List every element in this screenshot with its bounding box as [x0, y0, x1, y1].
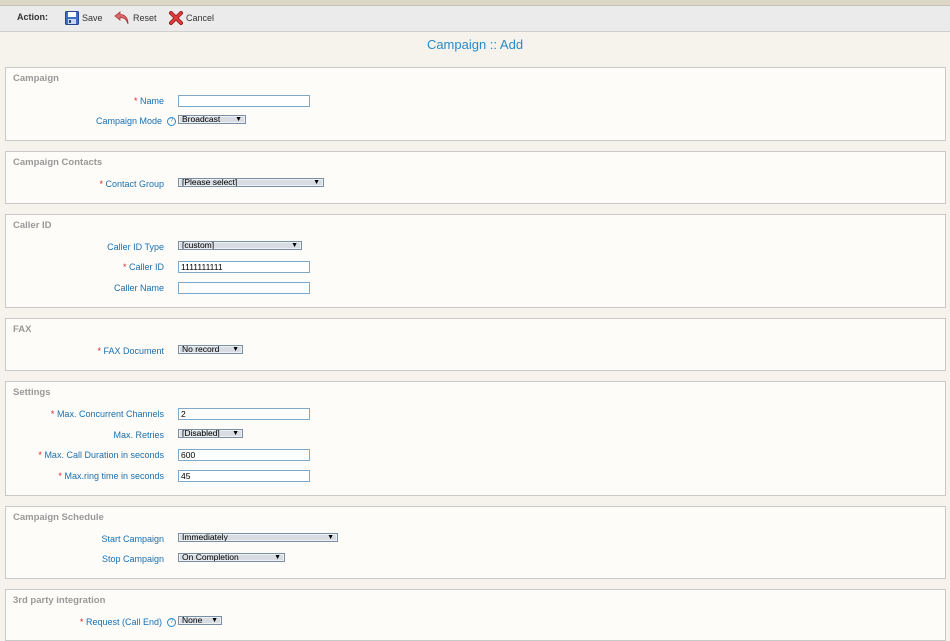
- max-retries-label: Max. Retries: [113, 430, 164, 440]
- required-marker: *: [97, 346, 101, 356]
- section-title: Campaign Schedule: [13, 512, 104, 523]
- name-input[interactable]: [178, 95, 310, 107]
- action-label: Action:: [17, 12, 48, 22]
- required-marker: *: [58, 471, 62, 481]
- cancel-x-icon: [169, 11, 183, 25]
- chevron-down-icon: ▼: [313, 179, 320, 186]
- cancel-button[interactable]: Cancel: [169, 10, 214, 26]
- caller-id-type-row: Caller ID Type [custom] ▼: [6, 241, 945, 255]
- required-marker: *: [79, 617, 84, 627]
- caller-id-input[interactable]: 1111111111: [178, 261, 310, 273]
- campaign-contacts-section: Campaign Contacts * Contact Group [Pleas…: [5, 151, 946, 204]
- contact-group-select[interactable]: [Please select] ▼: [178, 178, 324, 187]
- help-icon[interactable]: ?: [167, 117, 176, 126]
- max-concurrent-channels-label: * Max. Concurrent Channels: [50, 409, 164, 419]
- caller-name-row: Caller Name: [6, 282, 945, 296]
- stop-campaign-row: Stop Campaign On Completion ▼: [6, 553, 945, 567]
- required-marker: *: [50, 409, 55, 419]
- section-title: 3rd party integration: [13, 595, 106, 606]
- name-label: * Name: [133, 96, 164, 106]
- caller-id-section: Caller ID Caller ID Type [custom] ▼ * Cal…: [5, 214, 946, 308]
- section-title: Campaign: [13, 73, 59, 84]
- cancel-label: Cancel: [186, 13, 215, 23]
- fax-document-row: * FAX Document No record ▼: [6, 345, 945, 359]
- action-toolbar: Action: Save Reset Cancel: [0, 6, 950, 32]
- chevron-down-icon: ▼: [274, 554, 281, 561]
- caller-id-row: * Caller ID 1111111111: [6, 261, 945, 275]
- campaign-section: Campaign * Name Campaign Mode ? Broadcas…: [5, 67, 946, 141]
- request-call-end-row: * Request (Call End) ? None ▼: [6, 616, 945, 630]
- chevron-down-icon: ▼: [232, 430, 239, 437]
- reset-button[interactable]: Reset: [114, 10, 157, 26]
- floppy-disk-icon: [65, 11, 79, 25]
- max-retries-row: Max. Retries [Disabled] ▼: [6, 429, 945, 443]
- contact-group-label: * Contact Group: [99, 179, 164, 189]
- chevron-down-icon: ▼: [291, 242, 298, 249]
- request-call-end-select[interactable]: None ▼: [178, 616, 222, 625]
- chevron-down-icon: ▼: [235, 116, 242, 123]
- start-campaign-select[interactable]: Immediately ▼: [178, 533, 338, 542]
- contact-group-row: * Contact Group [Please select] ▼: [6, 178, 945, 192]
- section-title: Caller ID: [13, 220, 52, 231]
- required-marker: *: [122, 262, 127, 272]
- campaign-mode-row: Campaign Mode ? Broadcast ▼: [6, 115, 945, 129]
- max-call-duration-input[interactable]: 600: [178, 449, 310, 461]
- required-marker: *: [99, 179, 103, 189]
- caller-id-type-label: Caller ID Type: [107, 242, 164, 252]
- fax-document-select[interactable]: No record ▼: [178, 345, 243, 354]
- undo-arrow-icon: [114, 11, 129, 25]
- save-label: Save: [82, 13, 103, 23]
- help-icon[interactable]: ?: [167, 618, 176, 627]
- max-call-duration-row: * Max. Call Duration in seconds 600: [6, 449, 945, 463]
- max-retries-select[interactable]: [Disabled] ▼: [178, 429, 243, 438]
- max-concurrent-channels-row: * Max. Concurrent Channels 2: [6, 408, 945, 422]
- section-title: FAX: [13, 324, 32, 335]
- campaign-schedule-section: Campaign Schedule Start Campaign Immedia…: [5, 506, 946, 579]
- start-campaign-label: Start Campaign: [101, 534, 164, 544]
- max-ring-time-input[interactable]: 45: [178, 470, 310, 482]
- request-call-end-label: * Request (Call End): [79, 617, 162, 627]
- page-title: Campaign :: Add: [426, 37, 524, 52]
- section-title: Settings: [13, 387, 51, 398]
- reset-label: Reset: [133, 13, 157, 23]
- caller-id-label: * Caller ID: [122, 262, 164, 272]
- max-call-duration-label: * Max. Call Duration in seconds: [38, 450, 164, 460]
- stop-campaign-label: Stop Campaign: [101, 554, 164, 564]
- caller-name-label: Caller Name: [113, 283, 164, 293]
- name-row: * Name: [6, 95, 945, 109]
- max-concurrent-channels-input[interactable]: 2: [178, 408, 310, 420]
- save-button[interactable]: Save: [65, 10, 103, 26]
- campaign-mode-label: Campaign Mode: [95, 116, 162, 126]
- chevron-down-icon: ▼: [327, 534, 334, 541]
- max-ring-time-label: * Max.ring time in seconds: [58, 471, 164, 481]
- settings-section: Settings * Max. Concurrent Channels 2 Ma…: [5, 381, 946, 496]
- start-campaign-row: Start Campaign Immediately ▼: [6, 533, 945, 547]
- fax-section: FAX * FAX Document No record ▼: [5, 318, 946, 371]
- caller-name-input[interactable]: [178, 282, 310, 294]
- campaign-mode-select[interactable]: Broadcast ▼: [178, 115, 246, 124]
- chevron-down-icon: ▼: [211, 617, 218, 624]
- required-marker: *: [38, 450, 42, 460]
- caller-id-type-select[interactable]: [custom] ▼: [178, 241, 302, 250]
- section-title: Campaign Contacts: [13, 157, 103, 168]
- stop-campaign-select[interactable]: On Completion ▼: [178, 553, 285, 562]
- chevron-down-icon: ▼: [232, 346, 239, 353]
- required-marker: *: [133, 96, 138, 106]
- max-ring-time-row: * Max.ring time in seconds 45: [6, 470, 945, 484]
- third-party-integration-section: 3rd party integration * Request (Call En…: [5, 589, 946, 641]
- fax-document-label: * FAX Document: [97, 346, 164, 356]
